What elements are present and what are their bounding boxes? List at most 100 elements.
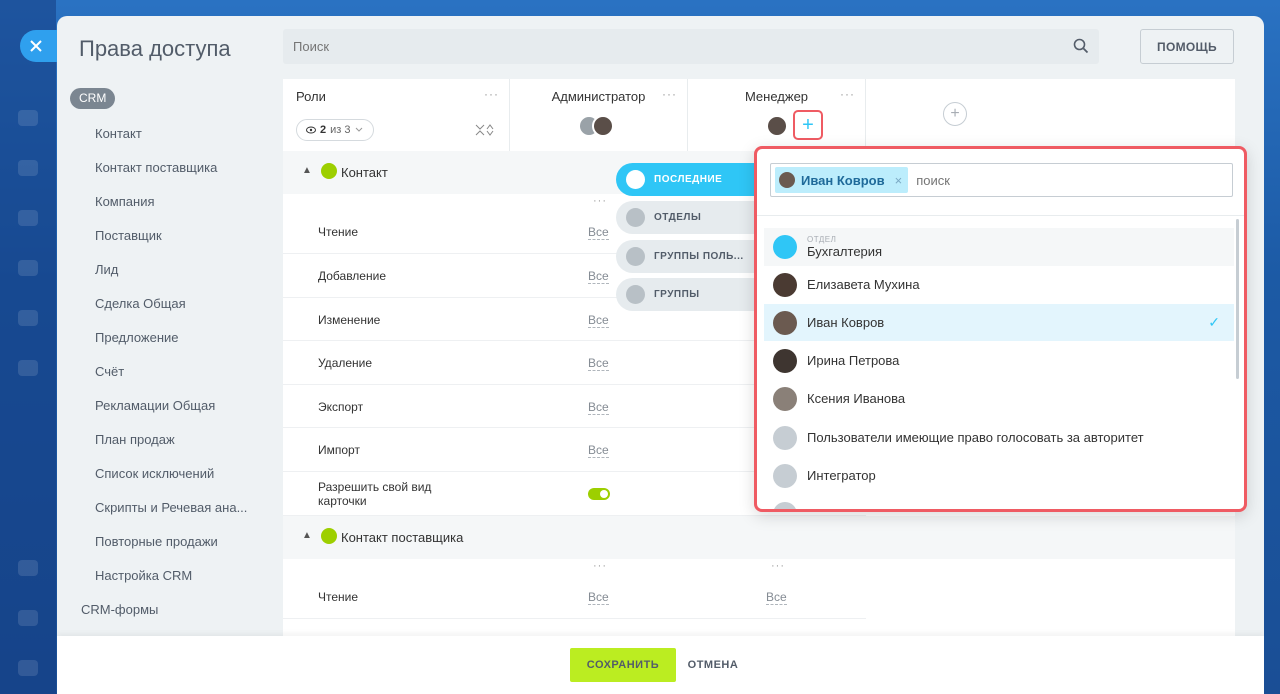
avatar [773,348,797,373]
people-icon [626,208,645,227]
tab-label: ГРУППЫ ПОЛЬ... [654,251,744,262]
menu-icon[interactable] [18,210,38,226]
item-label: Ирина Петрова [807,353,900,368]
menu-icon[interactable] [18,110,38,126]
avatar [766,115,788,137]
sidebar-item[interactable]: Скрипты и Речевая ана... [95,500,247,515]
cancel-button[interactable]: ОТМЕНА [682,648,744,682]
sidebar-item[interactable]: Рекламации Общая [95,398,215,413]
list-item[interactable]: ОТДЕЛ Бухгалтерия [764,228,1234,266]
list-item[interactable]: Пользователи имеющие право голосовать за… [764,419,1234,456]
admin-column-header: Администратор ··· [510,79,688,151]
item-label: Иван Ковров [807,315,885,330]
menu-icon[interactable] [18,610,38,626]
tab-departments[interactable]: ОТДЕЛЫ [616,201,762,234]
search-input[interactable] [293,39,1053,54]
help-button[interactable]: ПОМОЩЬ [1140,29,1234,64]
menu-icon[interactable] [18,360,38,376]
tag-label: Иван Ковров [801,172,885,188]
admin-value[interactable]: Все [588,269,609,284]
admin-value[interactable]: Все [588,356,609,371]
admin-value[interactable]: Все [588,590,609,605]
admin-value[interactable]: Все [588,400,609,415]
footer-bar: СОХРАНИТЬ ОТМЕНА [57,636,1264,694]
close-button[interactable] [20,30,60,62]
sidebar-item-crm-forms[interactable]: CRM-формы [81,602,158,617]
sidebar-item[interactable]: Контакт [95,126,142,141]
sidebar-item[interactable]: Компания [95,194,155,209]
item-label: Ксения Иванова [807,391,906,406]
table-row: Чтение Все Все [283,575,866,619]
tab-label: ПОСЛЕДНИЕ [654,174,723,185]
permission-label: Изменение [318,313,381,327]
selected-tags-input[interactable]: Иван Ковров × [770,163,1233,197]
tab-recent[interactable]: ПОСЛЕДНИЕ [616,163,762,196]
sidebar-item[interactable]: Счёт [95,364,124,379]
column-menu-icon[interactable]: ··· [662,87,677,101]
list-item[interactable]: Елизавета Мухина [764,266,1234,303]
section-header[interactable]: ▲ Контакт поставщика [283,516,1235,559]
admin-value[interactable]: Все [588,313,609,328]
sidebar-item[interactable]: Сделка Общая [95,296,186,311]
chevron-up-icon[interactable]: ▲ [302,165,312,176]
add-role-column-button[interactable]: + [943,102,967,126]
roles-total: из 3 [330,124,351,136]
list-item[interactable]: Ирина Петрова [764,342,1234,379]
tab-groups[interactable]: ГРУППЫ [616,278,762,311]
sidebar-item[interactable]: Настройка CRM [95,568,192,583]
sidebar-item[interactable]: Лид [95,262,118,277]
divider [757,215,1244,216]
item-caption: ОТДЕЛ [807,235,837,244]
add-member-button[interactable]: + [793,110,823,140]
scrollbar[interactable] [1236,219,1239,379]
manager-value[interactable]: Все [766,590,787,605]
sidebar-item[interactable]: План продаж [95,432,175,447]
search-icon[interactable] [1073,38,1089,54]
sidebar-item[interactable]: Предложение [95,330,179,345]
avatar [779,172,795,188]
admin-value[interactable]: Все [588,443,609,458]
column-menu-icon[interactable]: ··· [593,560,607,572]
admin-value[interactable]: Все [588,225,609,240]
manager-avatars [766,115,788,142]
chevron-up-icon[interactable]: ▲ [302,530,312,541]
save-button[interactable]: СОХРАНИТЬ [570,648,676,682]
sidebar-item[interactable]: Контакт поставщика [95,160,217,175]
list-item[interactable]: Иван Ковров ✓ [764,304,1234,341]
selected-user-tag[interactable]: Иван Ковров × [775,167,909,193]
menu-icon[interactable] [18,310,38,326]
column-menu-icon[interactable]: ··· [840,87,855,101]
permission-label: Разрешить свой вид карточки [318,480,432,508]
sidebar-item[interactable]: Повторные продажи [95,534,218,549]
menu-icon[interactable] [18,160,38,176]
column-menu-icon[interactable]: ··· [771,560,785,572]
column-title-manager: Менеджер [744,89,809,104]
section-title: Контакт поставщика [341,530,464,545]
menu-icon[interactable] [18,560,38,576]
arrow-right-icon [773,425,797,450]
column-menu-icon[interactable]: ··· [484,87,499,101]
list-item[interactable]: Интегратор [764,457,1234,494]
roles-visibility-pill[interactable]: 2 из 3 [296,119,374,141]
sidebar-item[interactable]: Поставщик [95,228,162,243]
close-icon [30,40,42,52]
avatar [773,386,797,411]
search-bar[interactable] [283,29,1099,64]
remove-tag-icon[interactable]: × [895,173,903,188]
menu-icon[interactable] [18,260,38,276]
list-item[interactable]: Ксения Иванова [764,380,1234,417]
permission-label: Импорт [318,443,360,457]
tab-label: ГРУППЫ [654,289,700,300]
card-view-toggle[interactable] [588,488,610,500]
sidebar-item[interactable]: Список исключений [95,466,214,481]
sidebar-group-crm[interactable]: CRM [70,88,116,109]
collapse-expand-icon[interactable] [475,124,495,136]
member-selector-popup: Иван Ковров × ОТДЕЛ Бухгалтерия Елизавет… [754,146,1247,512]
list-item[interactable] [764,495,1234,509]
tab-user-groups[interactable]: ГРУППЫ ПОЛЬ... [616,240,762,273]
column-menu-icon[interactable]: ··· [593,195,607,207]
item-text: ОТДЕЛ Бухгалтерия [807,235,882,259]
tab-label: ОТДЕЛЫ [654,212,702,223]
menu-icon[interactable] [18,660,38,676]
selector-search-input[interactable] [916,172,1117,188]
